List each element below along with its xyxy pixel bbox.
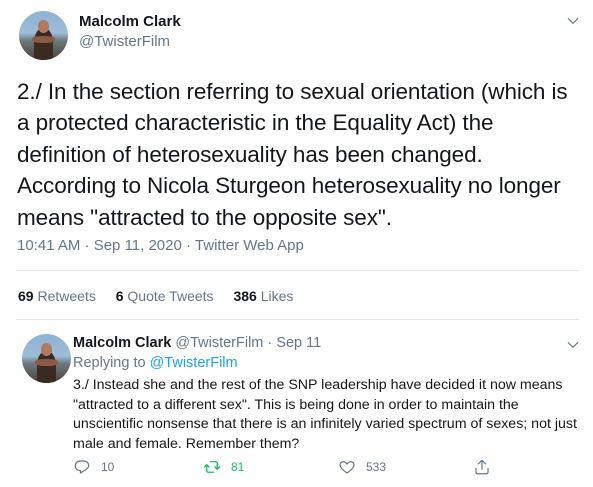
like-button[interactable]: 533 bbox=[338, 458, 386, 476]
quote-label: Quote Tweets bbox=[127, 288, 214, 304]
tweet-date[interactable]: Sep 11 bbox=[276, 335, 321, 351]
reply-tweet[interactable]: Malcolm Clark @TwisterFilm · Sep 11 Repl… bbox=[0, 320, 593, 487]
reply-header: Malcolm Clark @TwisterFilm · Sep 11 bbox=[73, 335, 321, 351]
replying-prefix: Replying to bbox=[73, 355, 146, 371]
like-icon bbox=[339, 461, 355, 474]
replying-to-link[interactable]: @TwisterFilm bbox=[150, 355, 238, 371]
tweet-actions: 10 81 533 bbox=[73, 458, 513, 480]
avatar[interactable] bbox=[19, 11, 68, 60]
author-handle[interactable]: @TwisterFilm bbox=[175, 335, 263, 351]
tweet-text: 3./ Instead she and the rest of the SNP … bbox=[73, 377, 577, 452]
retweet-count: 81 bbox=[231, 460, 245, 474]
like-count: 533 bbox=[366, 460, 387, 474]
likes-label: Likes bbox=[260, 288, 294, 304]
tweet-text: 2./ In the section referring to sexual o… bbox=[17, 79, 568, 230]
avatar[interactable] bbox=[22, 334, 71, 383]
likes-stat[interactable]: 386 Likes bbox=[233, 288, 293, 304]
quote-count: 6 bbox=[115, 288, 124, 304]
reply-button[interactable]: 10 bbox=[73, 458, 114, 476]
separator: · bbox=[267, 335, 273, 351]
retweet-button[interactable]: 81 bbox=[203, 458, 244, 476]
retweets-count: 69 bbox=[18, 288, 34, 304]
quote-tweets-stat[interactable]: 6 Quote Tweets bbox=[116, 288, 214, 304]
tweet-stats: 69 Retweets 6 Quote Tweets 386 Likes bbox=[18, 288, 309, 304]
author-handle[interactable]: @TwisterFilm bbox=[79, 33, 170, 50]
replying-to: Replying to @TwisterFilm bbox=[73, 355, 238, 371]
reply-count: 10 bbox=[101, 460, 115, 474]
share-button[interactable] bbox=[473, 458, 491, 476]
likes-count: 386 bbox=[233, 288, 257, 304]
reply-icon bbox=[74, 460, 90, 474]
author-name[interactable]: Malcolm Clark bbox=[79, 13, 181, 30]
tweet-meta[interactable]: 10:41 AM · Sep 11, 2020 · Twitter Web Ap… bbox=[17, 237, 304, 254]
divider bbox=[16, 270, 579, 271]
share-icon bbox=[475, 459, 489, 475]
retweets-label: Retweets bbox=[37, 288, 96, 304]
author-name[interactable]: Malcolm Clark bbox=[73, 335, 171, 351]
retweets-stat[interactable]: 69 Retweets bbox=[18, 288, 96, 304]
chevron-down-icon[interactable] bbox=[566, 14, 580, 28]
chevron-down-icon[interactable] bbox=[566, 338, 580, 352]
main-tweet: Malcolm Clark @TwisterFilm 2./ In the se… bbox=[0, 0, 593, 320]
retweet-icon bbox=[203, 461, 221, 473]
